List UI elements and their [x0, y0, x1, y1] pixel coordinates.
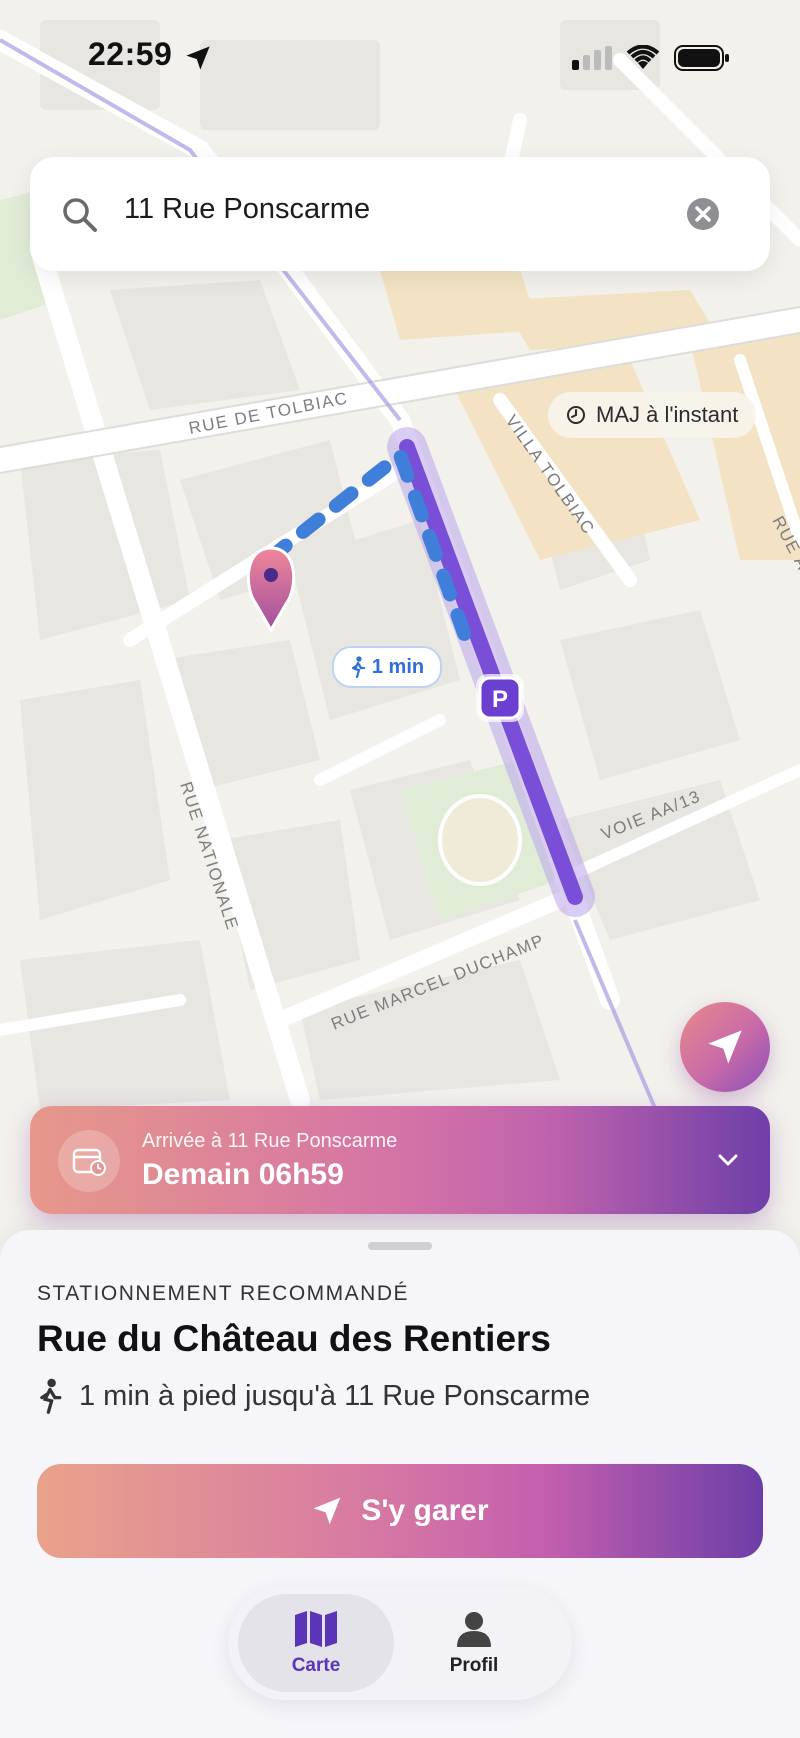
tab-profil[interactable]: Profil — [396, 1594, 552, 1692]
tab-bar: Carte Profil — [228, 1586, 572, 1700]
map-icon — [295, 1611, 337, 1647]
clock-icon — [567, 406, 585, 424]
navigation-arrow-icon — [314, 1497, 341, 1525]
search-input[interactable]: 11 Rue Ponscarme — [124, 193, 370, 226]
section-overline: STATIONNEMENT RECOMMANDÉ — [37, 1282, 410, 1305]
walk-info-row: 1 min à pied jusqu'à 11 Rue Ponscarme — [37, 1378, 590, 1414]
search-bar[interactable]: 11 Rue Ponscarme — [30, 157, 770, 271]
sheet-drag-handle[interactable] — [368, 1242, 432, 1250]
parking-marker[interactable]: P — [476, 674, 524, 722]
navigation-arrow-icon — [708, 1030, 742, 1064]
walking-person-icon — [40, 1378, 62, 1414]
search-icon — [63, 198, 97, 232]
walk-info-text: 1 min à pied jusqu'à 11 Rue Ponscarme — [79, 1379, 591, 1412]
park-here-label: S'y garer — [361, 1494, 489, 1527]
chevron-down-icon[interactable] — [716, 1148, 740, 1172]
update-status-label: MAJ à l'instant — [596, 402, 739, 427]
parking-marker-label: P — [492, 686, 508, 713]
cellular-signal-icon — [572, 46, 612, 70]
calendar-icon — [58, 1130, 120, 1192]
walking-person-icon — [351, 656, 365, 678]
recenter-location-button[interactable] — [680, 1002, 770, 1092]
park-here-button[interactable]: S'y garer — [37, 1464, 763, 1558]
status-time: 22:59 — [88, 36, 173, 72]
walk-time-label: 1 min — [371, 655, 425, 678]
walk-time-badge: 1 min — [332, 646, 442, 688]
clear-icon[interactable] — [686, 197, 720, 231]
location-arrow-icon — [186, 46, 210, 70]
tab-carte[interactable]: Carte — [238, 1594, 394, 1692]
tab-carte-label: Carte — [291, 1655, 341, 1676]
tab-profil-label: Profil — [449, 1655, 499, 1676]
update-status-badge: MAJ à l'instant — [548, 392, 757, 438]
battery-icon — [674, 45, 729, 71]
arrival-time-card[interactable]: Arrivée à 11 Rue Ponscarme Demain 06h59 — [30, 1106, 770, 1214]
arrival-label: Arrivée à 11 Rue Ponscarme — [142, 1130, 398, 1152]
wifi-icon — [626, 45, 660, 69]
parking-spot-name: Rue du Château des Rentiers — [37, 1318, 552, 1359]
person-icon — [457, 1612, 491, 1647]
arrival-time: Demain 06h59 — [142, 1158, 344, 1191]
